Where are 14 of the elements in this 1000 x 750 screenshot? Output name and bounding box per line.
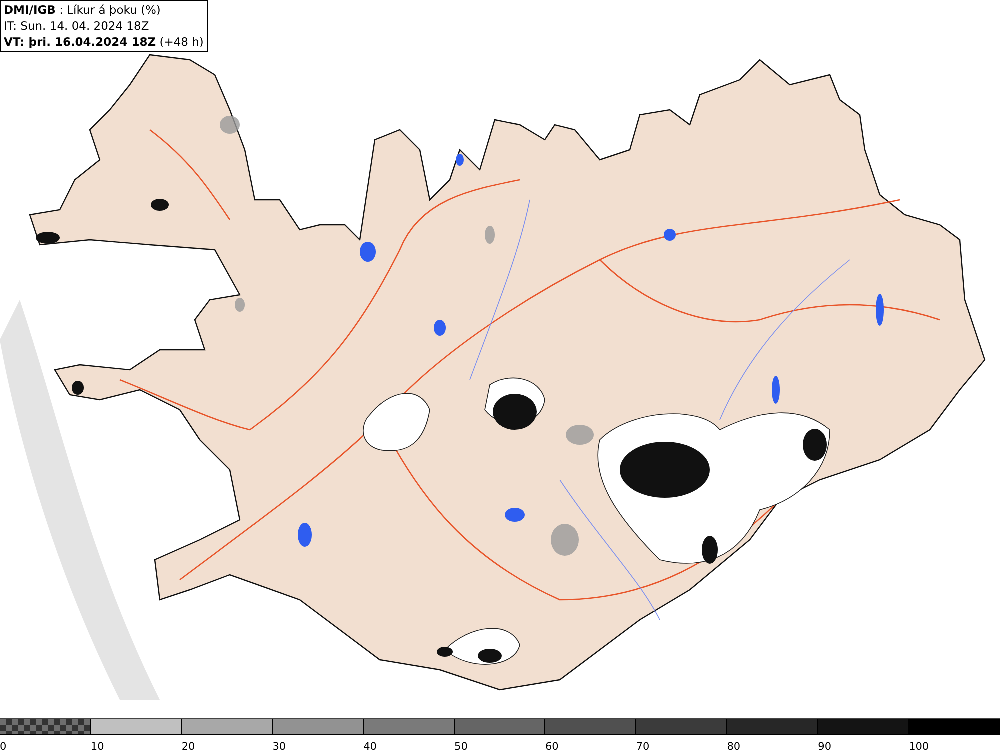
scale-label: 50	[454, 741, 468, 750]
scale-label: 70	[636, 741, 650, 750]
scale-label: 40	[364, 741, 377, 750]
map-title: DMI/IGB : Líkur á þoku (%)	[4, 2, 162, 18]
scale-label: 80	[727, 741, 741, 750]
scale-label: 90	[818, 741, 832, 750]
scale-label: 100	[909, 741, 930, 750]
scale-label: 10	[90, 741, 104, 750]
valid-time: VT: þri. 16.04.2024 18Z (+48 h)	[4, 34, 204, 50]
scale-label: 20	[182, 741, 196, 750]
scale-label: 0	[0, 741, 7, 750]
init-time: IT: Sun. 14. 04. 2024 18Z	[4, 18, 150, 34]
scale-label: 30	[272, 741, 286, 750]
scale-label: 60	[545, 741, 559, 750]
